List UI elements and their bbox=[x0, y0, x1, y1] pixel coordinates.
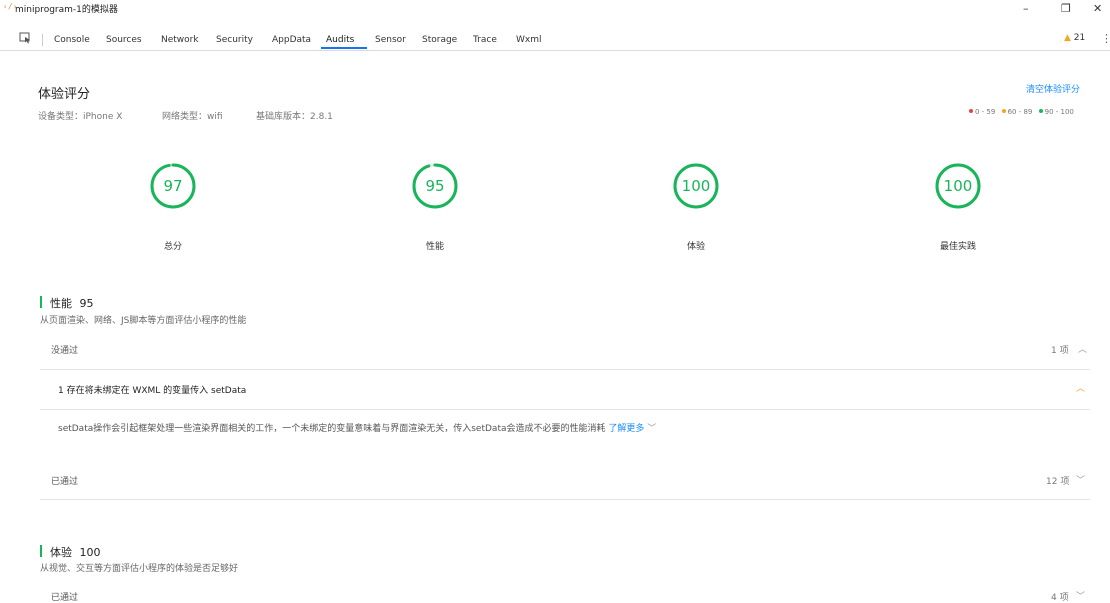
section-title-performance: 性能 95 bbox=[50, 295, 94, 311]
section-desc-performance: 从页面渲染、网络、JS脚本等方面评估小程序的性能 bbox=[40, 316, 247, 326]
tab-separator bbox=[42, 34, 43, 46]
divider bbox=[40, 409, 1090, 410]
score-value: 97 bbox=[163, 177, 183, 195]
warnings-badge[interactable]: ▲ 21 bbox=[1064, 33, 1085, 43]
legend-dot-red bbox=[969, 109, 973, 113]
score-legend: 0 - 59 60 - 89 90 - 100 bbox=[965, 108, 1074, 116]
score-label-performance: 性能 bbox=[425, 242, 444, 252]
chevron-up-icon[interactable]: ︿ bbox=[1078, 342, 1087, 355]
clear-score-link[interactable]: 清空体验评分 bbox=[1026, 82, 1080, 95]
legend-dot-orange bbox=[1001, 109, 1006, 113]
more-menu-icon[interactable]: ⋮ bbox=[1101, 32, 1110, 45]
issue-title[interactable]: 1 存在将未绑定在 WXML 的变量传入 setData bbox=[58, 383, 246, 396]
warning-icon: ▲ bbox=[1064, 33, 1071, 43]
score-value: 100 bbox=[681, 177, 711, 195]
tab-network[interactable]: Network bbox=[161, 35, 199, 45]
issue-desc-text: setData操作会引起框架处理一些渲染界面相关的工作，一个未绑定的变量意味着与… bbox=[58, 424, 606, 434]
title-bar: ‹/› miniprogram-1的模拟器 – ❐ ✕ bbox=[0, 0, 1110, 16]
section-name: 体验 bbox=[50, 546, 72, 559]
section-score: 95 bbox=[79, 297, 94, 310]
section-score: 100 bbox=[79, 546, 101, 559]
chevron-down-icon[interactable]: ﹀ bbox=[1076, 473, 1085, 486]
tab-storage[interactable]: Storage bbox=[422, 35, 457, 45]
devtools-tab-bar: Console Sources Network Security AppData… bbox=[0, 31, 1110, 51]
legend-low: 0 - 59 bbox=[975, 108, 996, 116]
divider bbox=[40, 499, 1090, 500]
score-gauge-experience: 100 bbox=[672, 162, 720, 210]
chevron-up-icon[interactable]: ︿ bbox=[1076, 381, 1085, 394]
score-gauge-total: 97 bbox=[149, 162, 197, 210]
failed-row-label[interactable]: 没通过 bbox=[51, 343, 78, 356]
section-name: 性能 bbox=[50, 297, 72, 310]
minimize-icon[interactable]: – bbox=[1023, 3, 1029, 15]
score-label-experience: 体验 bbox=[686, 242, 705, 252]
warning-count: 21 bbox=[1073, 33, 1086, 43]
divider bbox=[40, 369, 1090, 370]
section-title-experience: 体验 100 bbox=[50, 544, 101, 560]
section-desc-experience: 从视觉、交互等方面评估小程序的体验是否足够好 bbox=[40, 564, 239, 574]
score-gauge-best-practice: 100 bbox=[934, 162, 982, 210]
passed-row-label[interactable]: 已通过 bbox=[51, 590, 78, 603]
score-value: 95 bbox=[425, 177, 445, 195]
device-type: 设备类型：iPhone X bbox=[38, 112, 123, 122]
legend-dot-green bbox=[1038, 109, 1043, 113]
tab-security[interactable]: Security bbox=[216, 35, 253, 45]
tab-appdata[interactable]: AppData bbox=[272, 35, 311, 45]
score-value: 100 bbox=[943, 177, 973, 195]
restore-icon[interactable]: ❐ bbox=[1061, 3, 1071, 15]
tab-console[interactable]: Console bbox=[54, 35, 90, 45]
passed-row-label[interactable]: 已通过 bbox=[51, 474, 78, 487]
issue-description: setData操作会引起框架处理一些渲染界面相关的工作，一个未绑定的变量意味着与… bbox=[58, 421, 656, 434]
chevron-down-icon[interactable]: ﹀ bbox=[647, 424, 656, 434]
tab-sensor[interactable]: Sensor bbox=[375, 35, 406, 45]
failed-row-count: 1 项 bbox=[1051, 346, 1069, 356]
chevron-down-icon[interactable]: ﹀ bbox=[1076, 589, 1085, 602]
section-marker bbox=[40, 296, 42, 308]
section-marker bbox=[40, 545, 42, 557]
tab-audits[interactable]: Audits bbox=[326, 35, 354, 45]
score-gauge-performance: 95 bbox=[411, 162, 459, 210]
score-label-best-practice: 最佳实践 bbox=[939, 242, 976, 252]
network-type: 网络类型：wifi bbox=[162, 112, 223, 122]
score-label-total: 总分 bbox=[163, 242, 182, 252]
tab-trace[interactable]: Trace bbox=[473, 35, 497, 45]
window-title: miniprogram-1的模拟器 bbox=[15, 5, 118, 15]
page-title: 体验评分 bbox=[38, 87, 91, 102]
passed-row-count: 4 项 bbox=[1051, 593, 1069, 603]
legend-high: 90 - 100 bbox=[1044, 108, 1074, 116]
close-icon[interactable]: ✕ bbox=[1093, 3, 1102, 15]
active-tab-indicator bbox=[321, 47, 367, 49]
tab-sources[interactable]: Sources bbox=[106, 35, 142, 45]
learn-more-link[interactable]: 了解更多 bbox=[608, 424, 644, 434]
lib-version: 基础库版本：2.8.1 bbox=[256, 112, 333, 122]
tab-wxml[interactable]: Wxml bbox=[516, 35, 542, 45]
legend-mid: 60 - 89 bbox=[1007, 108, 1033, 116]
passed-row-count: 12 项 bbox=[1046, 477, 1070, 487]
inspect-element-icon[interactable] bbox=[19, 32, 31, 44]
